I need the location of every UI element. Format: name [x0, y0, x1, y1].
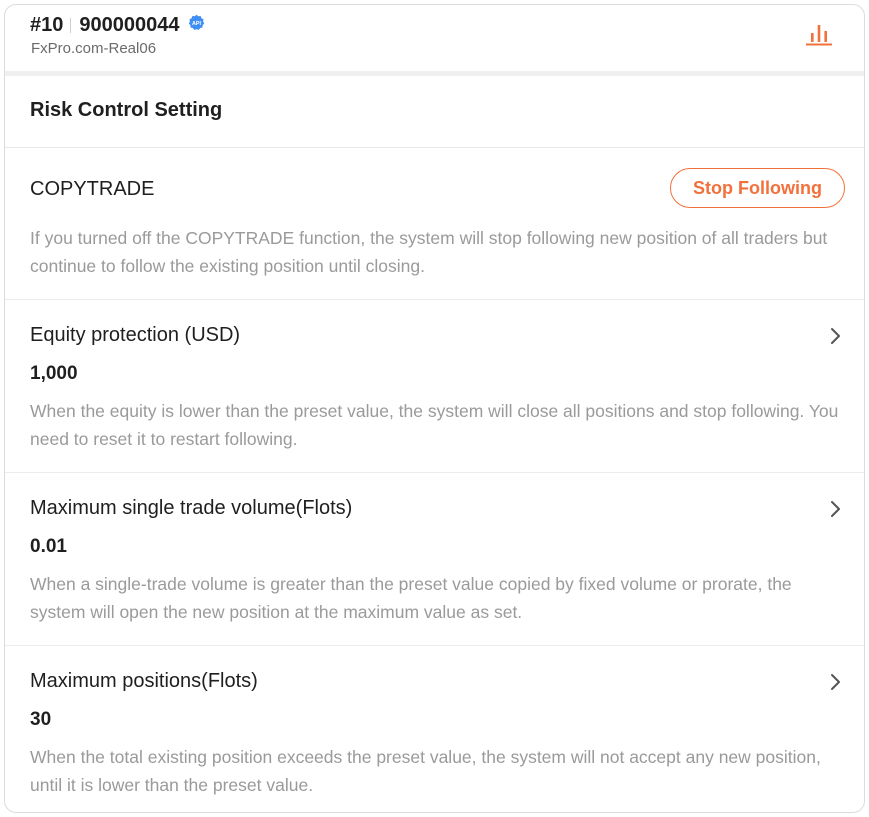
account-line: #10 900000044 API [30, 14, 205, 37]
section-header: Risk Control Setting [5, 76, 864, 148]
setting-equity-protection[interactable]: Equity protection (USD) 1,000 When the e… [5, 300, 864, 473]
setting-value: 1,000 [30, 363, 78, 384]
server-name: FxPro.com-Real06 [31, 40, 157, 57]
setting-title: Maximum positions(Flots) [30, 670, 258, 692]
account-id: 900000044 [79, 14, 180, 36]
setting-title: Maximum single trade volume(Flots) [30, 497, 353, 519]
setting-value: 30 [30, 709, 52, 730]
chevron-right-icon [831, 674, 840, 690]
stop-following-button[interactable]: Stop Following [670, 168, 845, 208]
api-badge-icon: API [188, 14, 205, 31]
chevron-right-icon [831, 501, 840, 517]
copytrade-section: COPYTRADE Stop Following If you turned o… [5, 148, 864, 300]
risk-control-card: #10 900000044 API FxPro.com-Real06 Risk … [4, 4, 865, 813]
section-title: Risk Control Setting [30, 99, 223, 121]
setting-description: When the equity is lower than the preset… [30, 401, 839, 449]
bar-chart-icon[interactable] [804, 19, 834, 49]
setting-description: When a single-trade volume is greater th… [30, 574, 792, 622]
chevron-right-icon [831, 328, 840, 344]
account-number: #10 [30, 14, 64, 36]
setting-max-positions[interactable]: Maximum positions(Flots) 30 When the tot… [5, 646, 864, 812]
setting-title: Equity protection (USD) [30, 324, 241, 346]
account-divider [70, 18, 72, 33]
setting-value: 0.01 [30, 536, 67, 557]
setting-max-single-trade-volume[interactable]: Maximum single trade volume(Flots) 0.01 … [5, 473, 864, 646]
api-badge-text: API [192, 21, 201, 27]
account-header: #10 900000044 API FxPro.com-Real06 [5, 5, 864, 76]
copytrade-description: If you turned off the COPYTRADE function… [30, 228, 828, 276]
setting-description: When the total existing position exceeds… [30, 747, 821, 795]
copytrade-title: COPYTRADE [30, 178, 155, 200]
